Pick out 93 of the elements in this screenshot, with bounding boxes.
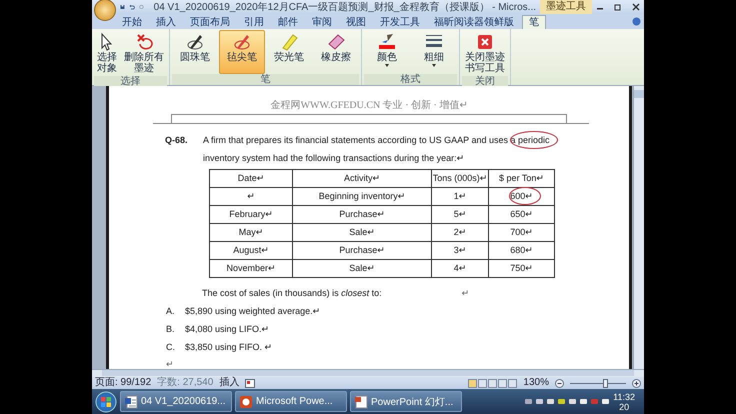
ribbon-button[interactable]: 橡皮擦 xyxy=(313,30,359,74)
close-icon[interactable] xyxy=(632,3,640,11)
taskbar-button[interactable]: PowerPoint 幻灯... xyxy=(350,391,462,412)
question-text: A firm that prepares its financial statements according to US GAAP and uses xyxy=(203,135,509,145)
option-letter: B. xyxy=(166,323,176,335)
table-cell: August↵ xyxy=(233,245,269,255)
ribbon-button[interactable]: 选择对象 xyxy=(94,30,120,76)
ribbon-button[interactable]: 荧光笔 xyxy=(266,30,312,74)
restore-icon[interactable] xyxy=(614,3,622,11)
column-header: Tons (000s)↵ xyxy=(432,170,488,188)
brush-icon xyxy=(377,32,397,52)
table-cell: February↵ xyxy=(229,209,273,219)
option-text: $3,850 using FIFO. ↵ xyxy=(185,341,272,353)
start-button-icon[interactable] xyxy=(95,390,117,412)
table-cell: November↵ xyxy=(226,263,276,273)
horizontal-scrollbar[interactable] xyxy=(92,369,644,377)
table-cell: 2↵ xyxy=(454,227,466,237)
pen-icon xyxy=(185,32,205,52)
contextual-tab-label: 墨迹工具 xyxy=(540,0,592,14)
clock-time[interactable]: 11:32 xyxy=(613,392,635,402)
slide-icon xyxy=(354,394,368,408)
group-label: 选择 xyxy=(94,76,167,87)
ribbon-tab[interactable]: 邮件 xyxy=(272,16,304,29)
taskbar-button[interactable]: 04 V1_20200619... xyxy=(120,391,232,412)
ribbon-tab[interactable]: 插入 xyxy=(150,16,182,29)
ribbon-button[interactable]: 圆珠笔 xyxy=(172,30,218,74)
ribbon-tab[interactable]: 视图 xyxy=(340,16,372,29)
prompt-text: The cost of sales (in thousands) is closest to: xyxy=(202,287,382,299)
page-count: 页面: 99/192 xyxy=(95,377,152,389)
zoom-in-icon[interactable] xyxy=(632,378,641,388)
ink-circle xyxy=(510,131,558,149)
vertical-scrollbar[interactable] xyxy=(633,86,644,369)
clock-date[interactable]: 20 xyxy=(619,402,630,412)
ribbon-tab[interactable]: 页面布局 xyxy=(184,16,236,29)
undo-icon[interactable] xyxy=(128,2,135,12)
table-cell: ↵ xyxy=(247,191,255,201)
group-label: 关闭 xyxy=(462,76,508,87)
eraser-icon xyxy=(326,32,346,52)
ribbon-tab[interactable]: 笔 xyxy=(522,15,546,29)
zoom-out-icon[interactable] xyxy=(555,378,564,388)
document-icon xyxy=(124,394,138,408)
ribbon-tab[interactable]: 开发工具 xyxy=(374,16,426,29)
close-icon xyxy=(475,32,495,52)
table-cell: Beginning inventory↵ xyxy=(318,191,406,201)
page-header: 金程网WWW.GFEDU.CN 专业 · 创新 · 增值↵ xyxy=(270,98,468,112)
table-cell: 680↵ xyxy=(510,245,533,255)
table-cell: 4↵ xyxy=(454,263,466,273)
ribbon-button[interactable]: 毡尖笔 xyxy=(219,30,265,74)
table-cell: 5↵ xyxy=(454,209,466,219)
table-cell: Purchase↵ xyxy=(339,209,385,219)
paragraph-mark: ↵ xyxy=(165,358,175,369)
column-header: Date↵ xyxy=(210,170,292,188)
group-label: 笔 xyxy=(172,74,359,85)
question-number: Q-68. xyxy=(165,134,189,147)
ribbon-tab[interactable]: 引用 xyxy=(238,16,270,29)
ribbon-tab[interactable]: 审阅 xyxy=(306,16,338,29)
table-cell: 700↵ xyxy=(510,227,533,237)
macro-icon[interactable] xyxy=(245,378,256,388)
table-cell: 750↵ xyxy=(510,263,533,273)
option-text: $5,890 using weighted average.↵ xyxy=(185,305,320,317)
ink-circle xyxy=(509,187,541,205)
word-count: 字数: 27,540 xyxy=(157,377,214,389)
table-cell: 600↵ xyxy=(510,191,533,201)
column-header: Activity↵ xyxy=(292,170,432,188)
insert-mode[interactable]: 插入 xyxy=(219,377,240,389)
option-text: $4,080 using LIFO.↵ xyxy=(185,323,270,335)
ribbon-button[interactable]: 颜色 xyxy=(364,30,410,74)
table-cell: Sale↵ xyxy=(349,263,375,273)
column-header: $ per Ton↵ xyxy=(488,170,554,188)
ribbon-tab[interactable]: 开始 xyxy=(116,16,148,29)
ribbon-button[interactable]: 删除所有墨迹 xyxy=(121,30,167,76)
zoom-level[interactable]: 130% xyxy=(523,377,549,389)
help-icon[interactable] xyxy=(632,17,641,26)
table-cell: Sale↵ xyxy=(349,227,375,237)
table-cell: 650↵ xyxy=(510,209,533,219)
table-cell: May↵ xyxy=(238,227,264,237)
table-cell: 1↵ xyxy=(454,191,466,201)
option-letter: A. xyxy=(166,305,176,317)
table-cell: Purchase↵ xyxy=(339,245,385,255)
taskbar-button[interactable]: Microsoft Powe... xyxy=(235,391,347,412)
paragraph-mark: ↵ xyxy=(462,287,470,299)
question-text: inventory system had the following transactions during the year:↵ xyxy=(203,152,466,165)
window-title: 04 V1_20200619_2020年12月CFA一级百题预测_财报_金程教育（授课版） - Micros... xyxy=(154,0,536,14)
ribbon-button[interactable]: 关闭墨迹书写工具 xyxy=(462,30,508,76)
ribbon-button[interactable]: 粗细 xyxy=(411,30,457,74)
ribbon-tab[interactable]: 福昕阅读器领鲜版 xyxy=(428,16,520,29)
marker-icon xyxy=(232,32,252,52)
presentation-icon xyxy=(239,394,253,408)
save-icon[interactable] xyxy=(120,2,125,12)
office-button[interactable] xyxy=(94,0,116,21)
group-label: 格式 xyxy=(364,74,457,85)
table-cell: 3↵ xyxy=(454,245,466,255)
option-letter: C. xyxy=(166,341,176,353)
